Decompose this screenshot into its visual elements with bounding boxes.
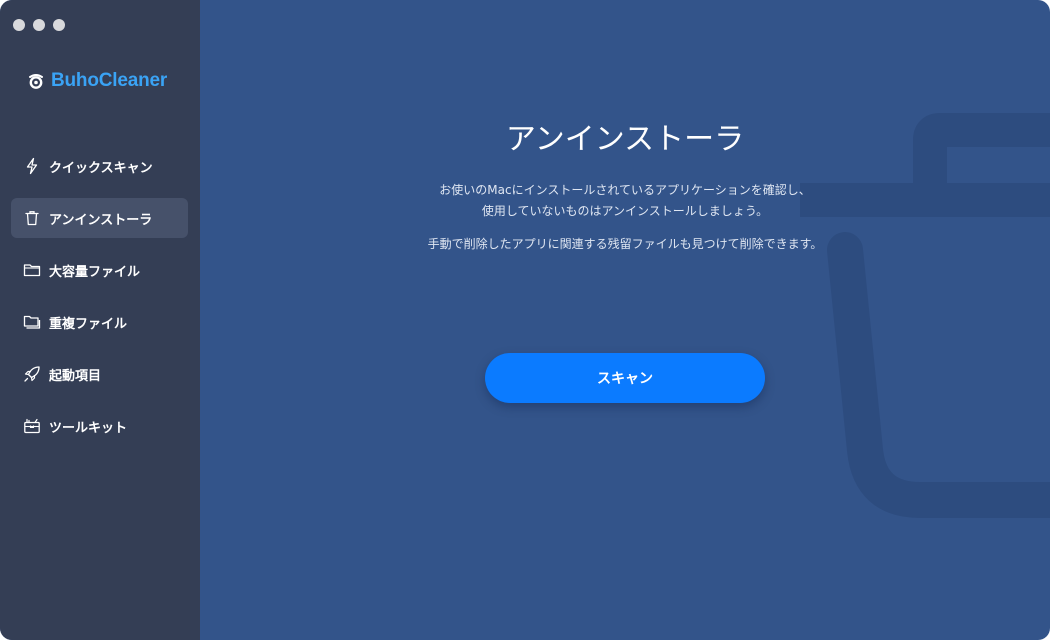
app-name: BuhoCleaner xyxy=(51,70,168,91)
folder-icon xyxy=(23,264,41,277)
buho-owl-icon xyxy=(29,74,43,89)
sidebar-item-large-files[interactable]: 大容量ファイル xyxy=(11,250,188,290)
sidebar-nav: クイックスキャン アンインストーラ 大容量ファイル 重複ファイル 起動項目 ツー… xyxy=(11,146,188,458)
duplicate-folder-icon xyxy=(23,315,41,329)
description-line: 手動で削除したアプリに関連する残留ファイルも見つけて削除できます。 xyxy=(427,237,823,251)
app-logo: BuhoCleaner xyxy=(27,70,167,92)
sidebar: BuhoCleaner クイックスキャン アンインストーラ 大容量ファイル 重複… xyxy=(0,0,200,640)
sidebar-item-label: クイックスキャン xyxy=(49,160,153,176)
sidebar-item-label: ツールキット xyxy=(49,420,128,436)
page-title: アンインストーラ xyxy=(505,122,745,157)
main-content: アンインストーラ お使いのMacにインストールされているアプリケーションを確認し… xyxy=(200,0,1050,640)
minimize-window-button[interactable] xyxy=(33,19,45,31)
rocket-icon xyxy=(24,366,40,382)
page-description: お使いのMacにインストールされているアプリケーションを確認し、 使用していない… xyxy=(200,180,1050,222)
scan-button[interactable]: スキャン xyxy=(485,353,765,403)
sidebar-item-toolkit[interactable]: ツールキット xyxy=(11,406,188,446)
app-window: BuhoCleaner クイックスキャン アンインストーラ 大容量ファイル 重複… xyxy=(0,0,1050,640)
sidebar-item-label: 起動項目 xyxy=(49,368,102,384)
page-description-secondary: 手動で削除したアプリに関連する残留ファイルも見つけて削除できます。 xyxy=(200,234,1050,255)
sidebar-item-startup-items[interactable]: 起動項目 xyxy=(11,354,188,394)
background-trash-icon xyxy=(800,113,1050,518)
description-line: お使いのMacにインストールされているアプリケーションを確認し、 xyxy=(439,183,811,197)
sidebar-item-label: 重複ファイル xyxy=(49,316,128,332)
sidebar-item-quick-scan[interactable]: クイックスキャン xyxy=(11,146,188,186)
window-controls xyxy=(13,19,65,31)
trash-icon xyxy=(25,211,39,226)
lightning-icon xyxy=(26,157,38,175)
sidebar-item-uninstaller[interactable]: アンインストーラ xyxy=(11,198,188,238)
zoom-window-button[interactable] xyxy=(53,19,65,31)
close-window-button[interactable] xyxy=(13,19,25,31)
toolbox-icon xyxy=(24,418,40,434)
description-line: 使用していないものはアンインストールしましょう。 xyxy=(481,204,769,218)
sidebar-item-label: アンインストーラ xyxy=(49,212,153,228)
sidebar-item-duplicates[interactable]: 重複ファイル xyxy=(11,302,188,342)
sidebar-item-label: 大容量ファイル xyxy=(49,264,141,280)
